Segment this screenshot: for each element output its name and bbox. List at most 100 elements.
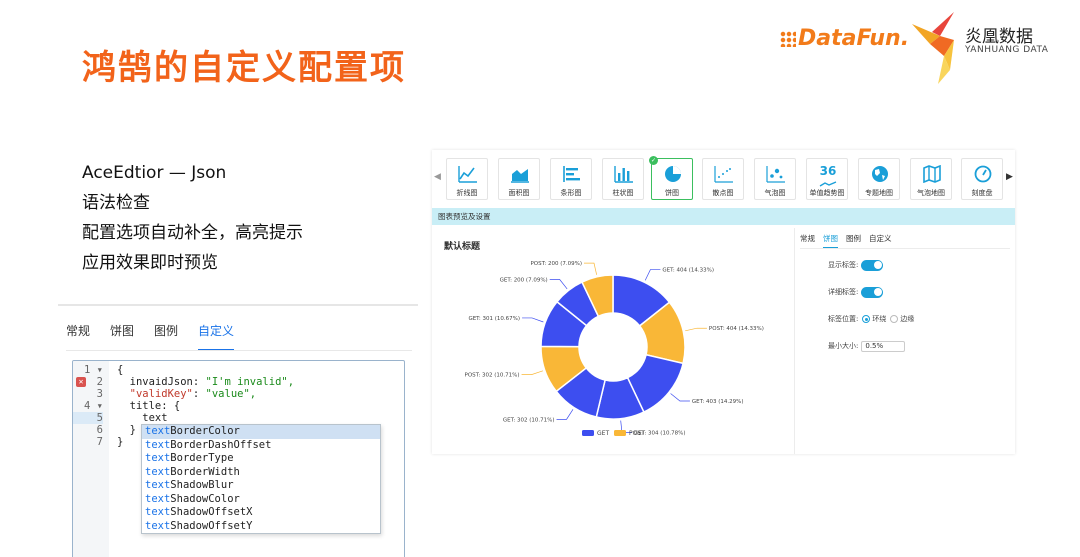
- legend-label[interactable]: POST: [629, 430, 645, 437]
- code-string: "I'm invalid",: [205, 376, 295, 388]
- line-number-text: 4: [84, 400, 91, 412]
- label-position-text: 标签位置:: [828, 315, 859, 323]
- code-text: }: [117, 436, 124, 448]
- chart-type-button[interactable]: 柱状图: [602, 158, 644, 200]
- autocomplete-item[interactable]: textShadowBlur: [142, 479, 380, 493]
- tab-custom[interactable]: 自定义: [198, 322, 235, 351]
- match-prefix: text: [145, 438, 171, 451]
- chart-type-button[interactable]: ✓ 饼图: [649, 156, 693, 200]
- scroll-right-icon[interactable]: ▶: [1006, 172, 1013, 182]
- chart-type-button[interactable]: 气泡地图: [910, 158, 952, 200]
- chart-type-button[interactable]: 折线图: [446, 158, 488, 200]
- min-size-input[interactable]: 0.5%: [861, 340, 906, 352]
- chart-type-button[interactable]: 专题地图: [858, 158, 900, 200]
- label-leader-line: [522, 317, 544, 323]
- chart-type-label: 专题地图: [865, 189, 893, 197]
- legend-swatch[interactable]: [614, 430, 626, 436]
- line-number: 1 ▾: [73, 364, 103, 376]
- chart-type-button[interactable]: 36 单值趋势图: [806, 158, 848, 200]
- panel-divider: [794, 228, 795, 454]
- label-leader-line: [685, 327, 707, 332]
- preview-header: 图表预览及设置: [432, 208, 1015, 225]
- fold-arrow-icon[interactable]: ▾: [97, 364, 103, 376]
- suggestion-rest: ShadowOffsetX: [170, 506, 253, 518]
- code-line: ✕ 2 invaidJson: "I'm invalid",: [73, 376, 404, 388]
- settings-tab-custom[interactable]: 自定义: [869, 233, 892, 248]
- match-prefix: text: [145, 506, 171, 518]
- map-icon: [923, 165, 941, 183]
- settings-tab-legend[interactable]: 图例: [846, 233, 861, 248]
- scatter-chart-icon: [714, 166, 733, 183]
- code-text: }: [117, 424, 136, 436]
- autocomplete-item[interactable]: textBorderDashOffset: [142, 439, 380, 453]
- slide-title: 鸿鹄的自定义配置项: [82, 48, 406, 88]
- chart-type-label: 单值趋势图: [809, 189, 845, 197]
- datafun-dots-icon: [780, 31, 796, 47]
- chart-type-button[interactable]: 条形图: [550, 158, 592, 200]
- scroll-left-icon[interactable]: ◀: [434, 172, 441, 182]
- chart-config-panel: ◀ ▶ 折线图 面积图 条形图 柱状图 ✓ 饼图 散点图 气泡图 36 单值趋势图 专题地图 气泡地图…: [432, 150, 1015, 454]
- slice-data-label: GET: 403 (14.29%): [692, 399, 744, 405]
- min-size-text: 最小大小:: [828, 342, 859, 350]
- detail-label-row: 详细标签:: [828, 286, 884, 298]
- slice-data-label: GET: 301 (10.67%): [468, 316, 520, 322]
- chart-type-button[interactable]: 散点图: [702, 158, 744, 200]
- legend-label[interactable]: GET: [597, 430, 609, 437]
- chart-type-button[interactable]: 气泡图: [754, 158, 796, 200]
- chart-type-label: 面积图: [508, 189, 530, 197]
- code-key: "validKey": [129, 388, 193, 400]
- chart-type-button[interactable]: 面积图: [498, 158, 540, 200]
- fold-arrow-icon[interactable]: ▾: [97, 400, 103, 412]
- json-code-editor[interactable]: 1 ▾ { ✕ 2 invaidJson: "I'm invalid", 3 "…: [72, 360, 405, 557]
- radio-surround[interactable]: [862, 315, 871, 323]
- bullet-item: 配置选项自动补全，高亮提示: [82, 223, 303, 243]
- settings-tab-pie[interactable]: 饼图: [823, 233, 838, 248]
- match-prefix: text: [145, 425, 171, 437]
- tab-general[interactable]: 常规: [66, 322, 90, 351]
- suggestion-rest: BorderColor: [170, 425, 240, 437]
- detail-label-toggle[interactable]: [861, 286, 884, 298]
- line-number: 5: [73, 412, 103, 424]
- slice-data-label: POST: 302 (10.71%): [465, 373, 520, 379]
- label-leader-line: [549, 279, 568, 290]
- code-text: title: {: [117, 400, 181, 412]
- tab-legend[interactable]: 图例: [154, 322, 178, 351]
- label-leader-line: [521, 370, 544, 375]
- slice-data-label: POST: 404 (14.33%): [709, 326, 764, 332]
- show-label-row: 显示标签:: [828, 259, 884, 271]
- legend-swatch[interactable]: [582, 430, 594, 436]
- match-prefix: text: [145, 492, 171, 505]
- match-prefix: text: [145, 465, 171, 478]
- line-number: 6: [96, 424, 103, 436]
- autocomplete-item[interactable]: textShadowOffsetY: [142, 520, 380, 534]
- tab-pie[interactable]: 饼图: [110, 322, 134, 351]
- radio-surround-label: 环绕: [872, 315, 887, 323]
- chart-type-label: 柱状图: [612, 189, 634, 197]
- custom-config-editor-panel: 常规 饼图 图例 自定义 1 ▾ { ✕ 2 invaidJson: "I'm …: [58, 304, 418, 557]
- autocomplete-popup: textBorderColor textBorderDashOffset tex…: [141, 424, 381, 534]
- match-prefix: text: [145, 479, 171, 491]
- chart-type-button[interactable]: 刻度盘: [961, 158, 1003, 200]
- settings-tab-general[interactable]: 常规: [800, 233, 815, 248]
- bullet-item: AceEdtior — Json: [82, 163, 227, 183]
- radio-edge[interactable]: [890, 315, 899, 323]
- label-leader-line: [644, 269, 661, 281]
- autocomplete-item[interactable]: textShadowColor: [142, 493, 380, 507]
- autocomplete-item[interactable]: textBorderWidth: [142, 466, 380, 480]
- show-label-toggle[interactable]: [861, 259, 884, 271]
- yanhuang-bird-logo-icon: [912, 12, 954, 84]
- column-chart-icon: [614, 166, 633, 183]
- line-number: 7: [96, 436, 103, 448]
- code-text: "validKey": "value",: [129, 388, 257, 400]
- code-line: 4 ▾ title: {: [73, 400, 404, 412]
- yanhuang-logo-en: YANHUANG DATA: [965, 45, 1049, 55]
- datafun-logo-text: DataFun.: [798, 26, 910, 51]
- autocomplete-item[interactable]: textBorderType: [142, 452, 380, 466]
- label-position-row: 标签位置: 环绕 边缘: [828, 313, 914, 325]
- bullet-item: 语法检查: [82, 193, 150, 213]
- datafun-logo: DataFun.: [780, 26, 909, 51]
- autocomplete-item[interactable]: textBorderColor: [142, 425, 380, 439]
- autocomplete-item[interactable]: textShadowOffsetX: [142, 506, 380, 520]
- bullet-item: 应用效果即时预览: [82, 253, 218, 273]
- code-line: 3 "validKey": "value",: [73, 388, 404, 400]
